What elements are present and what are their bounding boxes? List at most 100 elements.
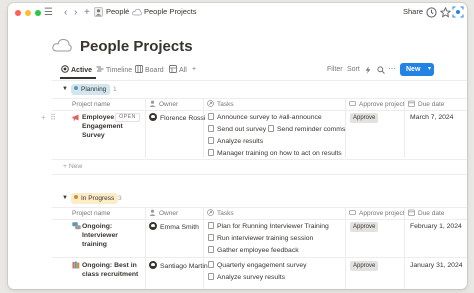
task-link[interactable]: Send reminder comms (268, 125, 345, 134)
toolbar-divider (52, 80, 467, 81)
column-divider (145, 207, 146, 289)
sort-button[interactable]: Sort (347, 65, 360, 75)
back-arrow-icon[interactable]: ‹ (64, 6, 67, 19)
group-header-planning[interactable]: ▼ Planning 1 (62, 84, 182, 96)
task-link[interactable]: Analyze results (208, 137, 263, 146)
owner-name: Emma Smith (160, 224, 199, 231)
new-button-label: New (406, 66, 421, 73)
drag-handle-icon[interactable]: ⠿ (50, 113, 56, 122)
approve-button[interactable]: Approve (350, 261, 379, 271)
breadcrumb-people-projects[interactable]: People Projects (144, 7, 197, 17)
tab-label: Board (145, 67, 164, 74)
due-date[interactable]: March 7, 2024 (410, 113, 453, 122)
project-name[interactable]: Ongoing: Interviewer training (82, 222, 144, 249)
task-label: Gather employee feedback (217, 247, 299, 254)
task-link[interactable]: Manager training on how to act on result… (208, 149, 342, 158)
task-link[interactable]: Quarterly engagement survey (208, 261, 307, 270)
project-name[interactable]: Ongoing: Best in class recruitment (82, 261, 144, 279)
ai-assistant-icon[interactable] (452, 6, 464, 18)
column-header-tasks[interactable]: Tasks (207, 100, 234, 109)
add-row-plus-icon[interactable]: + (41, 113, 46, 122)
close-window-button[interactable] (15, 10, 21, 16)
column-header-due-date[interactable]: Due date (408, 209, 444, 218)
books-icon (72, 261, 80, 269)
caret-down-icon[interactable]: ▼ (62, 86, 68, 92)
caret-down-icon[interactable]: ▼ (62, 195, 68, 201)
column-header-approve[interactable]: Approve project (349, 209, 405, 218)
cloud-icon[interactable] (52, 37, 72, 53)
clock-icon[interactable] (426, 7, 437, 18)
column-header-label: Tasks (217, 101, 234, 108)
task-link[interactable]: Gather employee feedback (208, 246, 299, 255)
lightning-icon[interactable] (364, 66, 372, 74)
minimize-window-button[interactable] (25, 10, 31, 16)
approve-button[interactable]: Approve (350, 222, 379, 232)
status-dot (74, 86, 78, 90)
group-label: In Progress (81, 195, 115, 202)
approve-button[interactable]: Approve (350, 113, 379, 123)
person-icon (149, 209, 156, 216)
relation-arrow-icon (207, 209, 214, 216)
status-badge: Planning (71, 84, 111, 95)
megaphone-icon (72, 114, 79, 121)
task-label: Analyze survey results (217, 274, 285, 281)
column-header-owner[interactable]: Owner (149, 209, 178, 218)
task-link[interactable]: Announce survey to #all-announce (208, 113, 322, 122)
plus-icon[interactable]: + (84, 6, 90, 19)
active-tab-indicator (60, 77, 96, 79)
more-options-icon[interactable]: ⋯ (388, 64, 396, 74)
due-date[interactable]: January 31, 2024 (410, 261, 463, 270)
tab-board[interactable]: Board (135, 65, 164, 76)
star-icon[interactable] (440, 7, 451, 18)
status-dot (74, 195, 78, 199)
task-link[interactable]: Send out survey (208, 125, 266, 134)
filter-button[interactable]: Filter (327, 65, 343, 75)
share-button[interactable]: Share (403, 7, 423, 17)
column-header-label: Tasks (217, 210, 234, 217)
column-header-approve[interactable]: Approve project (349, 100, 405, 109)
status-badge: In Progress (71, 193, 119, 204)
calendar-icon (408, 209, 415, 216)
column-header-tasks[interactable]: Tasks (207, 209, 234, 218)
search-icon[interactable] (377, 66, 385, 74)
table-icon (169, 65, 177, 73)
group-header-in-progress[interactable]: ▼ In Progress 3 (62, 193, 182, 205)
owner-cell[interactable]: Emma Smith (149, 222, 199, 232)
column-header-due-date[interactable]: Due date (408, 100, 444, 109)
column-header-project[interactable]: Project name (72, 100, 110, 109)
new-button[interactable]: New ▾ (400, 63, 434, 76)
column-header-owner[interactable]: Owner (149, 100, 178, 109)
task-label: Announce survey to #all-announce (217, 114, 322, 121)
chevron-down-icon[interactable]: ▾ (428, 63, 431, 76)
task-link[interactable]: Plan for Running Interviewer Training (208, 222, 329, 231)
task-link[interactable]: Analyze survey results (208, 273, 285, 282)
hamburger-icon[interactable]: ☰ (44, 6, 53, 19)
tab-label: Timeline (106, 67, 133, 74)
column-divider (203, 207, 204, 289)
tab-all[interactable]: All (169, 65, 187, 76)
avatar (149, 113, 157, 121)
page-title[interactable]: People Projects (80, 38, 193, 56)
page-icon (208, 113, 214, 120)
column-header-project[interactable]: Project name (72, 209, 110, 218)
owner-cell[interactable]: Santiago Martin (149, 261, 208, 271)
new-row-button[interactable]: + New (63, 162, 82, 171)
due-date[interactable]: February 1, 2024 (410, 222, 462, 231)
task-label: Analyze results (217, 138, 264, 145)
task-label: Run interviewer training session (217, 235, 314, 242)
page-icon (208, 246, 214, 253)
task-label: Manager training on how to act on result… (217, 150, 342, 157)
task-label: Send out survey (217, 126, 267, 133)
add-view-button[interactable]: + (192, 65, 196, 75)
open-row-button[interactable]: OPEN (115, 113, 140, 122)
tab-active[interactable]: Active (61, 65, 92, 76)
task-link[interactable]: Run interviewer training session (208, 234, 313, 243)
owner-cell[interactable]: Florence Rossi (149, 113, 205, 123)
forward-arrow-icon[interactable]: › (74, 6, 77, 19)
column-header-label: Owner (159, 101, 179, 108)
page-icon (208, 273, 214, 280)
zoom-window-button[interactable] (35, 10, 41, 16)
app-window: ☰ ‹ › + People / People Projects Share P… (8, 3, 467, 289)
task-label: Quarterly engagement survey (217, 262, 307, 269)
tab-timeline[interactable]: Timeline (96, 65, 132, 76)
